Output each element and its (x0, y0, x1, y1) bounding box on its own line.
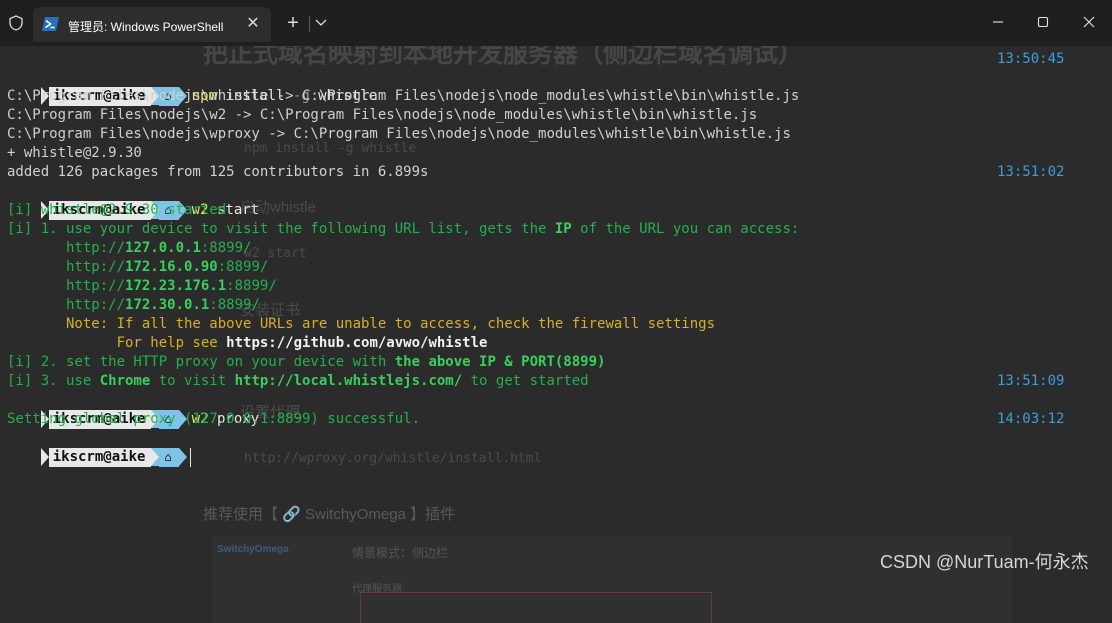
terminal-input-line[interactable]: ikscrm@aike ⌂ (7, 429, 191, 467)
terminal-line: [i] 3. use Chrome to visit http://local.… (7, 373, 589, 389)
url-line: http://172.16.0.90:8899/ (7, 259, 269, 275)
timestamp: 13:51:09 (997, 373, 1065, 389)
terminal-line: For help see https://github.com/avwo/whi… (7, 335, 488, 351)
minimize-button[interactable] (987, 12, 1009, 32)
shield-icon (9, 15, 23, 31)
title-bar: 管理员: Windows PowerShell ✕ + (0, 0, 1112, 46)
terminal-line: [i] 2. set the HTTP proxy on your device… (7, 354, 606, 370)
terminal-line: C:\Program Files\nodejs\wproxy -> C:\Pro… (7, 126, 791, 142)
terminal-line: [i] whistle@2.9.30 started (7, 202, 227, 218)
terminal-pane[interactable]: 把正式域名映射到本地开发服务器（侧边栏域名调试） npm install -g … (0, 46, 1112, 623)
terminal-line: ikscrm@aike ⌂ w2 proxy (7, 391, 259, 429)
background-page-title: 把正式域名映射到本地开发服务器（侧边栏域名调试） (203, 46, 804, 68)
terminal-line: added 126 packages from 125 contributors… (7, 164, 429, 180)
prompt-user: ikscrm@aike (48, 448, 152, 467)
background-link: http://wproxy.org/whistle/install.html (244, 451, 542, 466)
home-icon: ⌂ (159, 448, 179, 467)
background-card-mode: 情景模式：侧边栏 (352, 546, 449, 560)
close-window-button[interactable] (1078, 12, 1100, 32)
terminal-line: ikscrm@aike ⌂ npm install -g whistle (7, 68, 377, 106)
terminal-line: Note: If all the above URLs are unable t… (7, 316, 716, 332)
tab-divider (309, 16, 310, 32)
text-cursor (189, 448, 191, 467)
terminal-line: Setting global proxy (127.0.0.1:8899) su… (7, 411, 421, 427)
timestamp: 13:50:45 (997, 51, 1065, 67)
watermark: CSDN @NurTuam-何永杰 (880, 552, 1089, 572)
url-line: http://172.30.0.1:8899/ (7, 297, 260, 313)
background-text: 推荐使用【 🔗 SwitchyOmega 】插件 (203, 506, 456, 523)
terminal-line: C:\Program Files\nodejs\whistle -> C:\Pr… (7, 88, 800, 104)
prompt: ikscrm@aike ⌂ (40, 448, 187, 467)
terminal-line: C:\Program Files\nodejs\w2 -> C:\Program… (7, 107, 758, 123)
maximize-button[interactable] (1032, 12, 1054, 32)
tab-powershell[interactable]: 管理员: Windows PowerShell ✕ (33, 7, 271, 42)
terminal-line: + whistle@2.9.30 (7, 145, 142, 161)
tab-close-button[interactable]: ✕ (244, 15, 262, 33)
url-line: http://127.0.0.1:8899/ (7, 240, 252, 256)
new-tab-button[interactable]: + (283, 12, 303, 34)
terminal-line: [i] 1. use your device to visit the foll… (7, 221, 800, 237)
background-card-brand: SwitchyOmega (217, 544, 289, 555)
timestamp: 14:03:12 (997, 411, 1065, 427)
background-card-box (360, 592, 712, 623)
tab-title: 管理员: Windows PowerShell (68, 20, 224, 34)
terminal-line: ikscrm@aike ⌂ w2 start (7, 182, 259, 220)
url-line: http://172.23.176.1:8899/ (7, 278, 277, 294)
chevron-down-icon[interactable] (314, 17, 328, 29)
powershell-icon (42, 17, 59, 31)
timestamp: 13:51:02 (997, 164, 1065, 180)
